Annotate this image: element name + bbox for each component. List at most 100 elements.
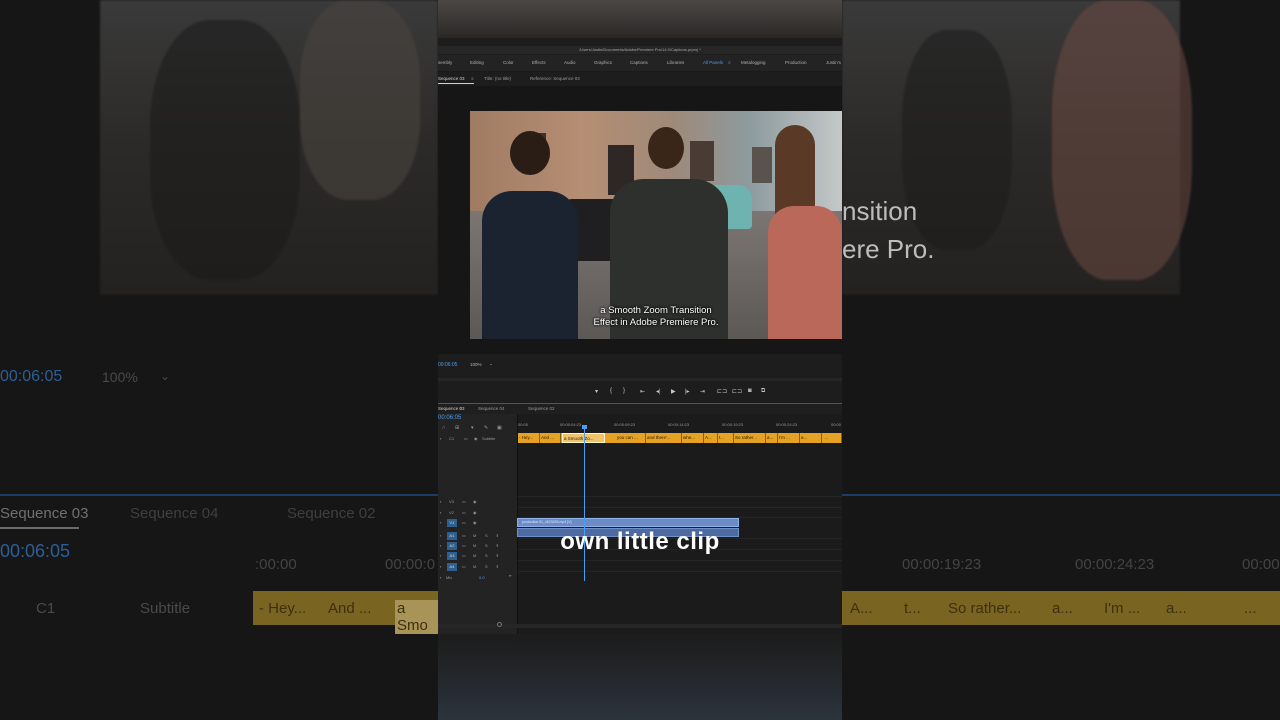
transport-controls: ▾ { } ⇤ ◂| ▶ |▸ ⇥ ⊏⊐ ⊏⊐ ◙ ⧉ (438, 385, 842, 399)
workspace-tab-captions[interactable]: Captions (630, 60, 648, 65)
a4-solo-button[interactable]: S (485, 564, 488, 569)
timeline-timecode[interactable]: 00:06:05 (438, 415, 461, 421)
snap-icon[interactable]: ∩ (442, 425, 446, 431)
bg-tab-sequence-04: Sequence 04 (130, 505, 219, 522)
v2-sync-icon[interactable]: ▭ (462, 510, 466, 515)
linked-selection-icon[interactable]: ⊞ (455, 425, 459, 431)
add-marker-icon[interactable]: ▾ (595, 388, 598, 395)
step-back-icon[interactable]: ◂| (656, 388, 661, 395)
workspace-tab-color[interactable]: Color (503, 60, 514, 65)
subtitle-clip[interactable]: a... (800, 433, 822, 443)
v3-lock-icon[interactable]: ▪ (440, 499, 441, 504)
program-video-frame[interactable]: a Smooth Zoom Transition Effect in Adobe… (470, 111, 842, 339)
v1-lock-icon[interactable]: ▪ (440, 520, 441, 525)
premiere-app-window: /Users/Justin/Documents/Adobe/Premiere P… (438, 0, 842, 720)
mix-volume-value[interactable]: 0.0 (479, 575, 485, 580)
video-caption-line1: a Smooth Zoom Transition (600, 305, 712, 316)
v3-sync-icon[interactable]: ▭ (462, 499, 466, 504)
bg-ruler-start: :00:00 (255, 556, 297, 573)
subtitle-clip[interactable]: whe... (682, 433, 704, 443)
bg-timecode: 00:06:05 (0, 368, 63, 385)
tab-program-sequence-03[interactable]: Sequence 03 (438, 76, 465, 81)
workspace-tab-justins[interactable]: Justin's (826, 60, 841, 65)
active-tab-underline (438, 83, 474, 84)
track-a4-target[interactable]: A4 (447, 563, 457, 571)
go-to-in-icon[interactable]: ⇤ (640, 388, 645, 395)
track-v2-label: V2 (449, 510, 454, 515)
step-forward-icon[interactable]: |▸ (685, 388, 690, 395)
v2-lock-icon[interactable]: ▪ (440, 510, 441, 515)
lock-icon[interactable]: ▪ (440, 436, 441, 441)
time-ruler[interactable]: 00:00 00:00:04:23 00:00:09:23 00:00:14:2… (518, 420, 842, 430)
workspace-tab-editing[interactable]: Editing (470, 60, 484, 65)
go-to-end-icon[interactable]: ⇤ (509, 573, 512, 578)
track-v3-label: V3 (449, 499, 454, 504)
timeline-panel: 00:06:05 ∩ ⊞ ▾ ✎ ▣ ▪ C1 ▭ ◉ Subtitle ▪ V… (438, 414, 842, 634)
v1-sync-icon[interactable]: ▭ (462, 520, 466, 525)
bg-divider (0, 494, 438, 496)
subtitle-clip[interactable]: - Hey... (518, 433, 540, 443)
mix-lock-icon[interactable]: ▪ (440, 575, 441, 580)
sequence-menu-icon[interactable]: ≡ (459, 406, 462, 411)
track-v1-target[interactable]: V1 (447, 519, 457, 527)
chevron-down-icon[interactable]: ⌄ (489, 361, 493, 367)
v3-eye-icon[interactable]: ◉ (473, 499, 477, 504)
sync-icon[interactable]: ▭ (464, 436, 468, 441)
subtitle-clip[interactable]: And ... (540, 433, 561, 443)
workspace-tab-effects[interactable]: Effects (532, 60, 546, 65)
zoom-level-select[interactable]: 100% (470, 362, 482, 367)
subtitle-clip[interactable]: you can ... (616, 433, 646, 443)
subtitle-clip[interactable]: I'm ... (778, 433, 800, 443)
comparison-view-icon[interactable]: ⧉ (761, 388, 765, 395)
video-clip-v1[interactable]: production ID_4623295.mp4 [V] (517, 518, 739, 527)
subtitle-clip[interactable]: a... (766, 433, 778, 443)
bg-timeline-timecode: 00:06:05 (0, 541, 71, 561)
a4-sync-icon[interactable]: ▭ (462, 564, 466, 569)
bg-caption-line2: ere Pro. (842, 234, 935, 264)
wrench-icon[interactable]: ✎ (484, 425, 488, 431)
captions-cc-icon[interactable]: ▣ (497, 425, 502, 431)
subtitle-track-label: Subtitle (482, 436, 496, 441)
mark-out-icon[interactable]: } (623, 388, 625, 394)
workspace-tab-all-panels[interactable]: All Panels (703, 60, 723, 65)
play-icon[interactable]: ▶ (671, 388, 676, 395)
v2-eye-icon[interactable]: ◉ (473, 510, 477, 515)
subtitle-clip[interactable]: and there'... (646, 433, 682, 443)
a4-mic-icon[interactable]: ⌽ (496, 564, 498, 569)
extract-icon[interactable]: ⊏⊐ (732, 388, 742, 395)
hamburger-menu-icon[interactable]: ≡ (728, 60, 731, 65)
workspace-tab-assembly[interactable]: sembly (438, 60, 452, 65)
a4-mute-button[interactable]: M (473, 564, 476, 569)
monitor-scrubber[interactable] (438, 378, 842, 381)
bottom-backdrop (438, 640, 842, 720)
zoom-handle[interactable] (497, 622, 502, 627)
workspace-tab-audio[interactable]: Audio (564, 60, 576, 65)
eye-icon[interactable]: ◉ (474, 436, 478, 441)
playhead-line[interactable] (584, 426, 585, 581)
background-video-blur (100, 0, 438, 295)
subtitle-clip[interactable]: ... (824, 433, 842, 443)
tab-reference-sequence-03[interactable]: Reference: Sequence 03 (530, 76, 580, 81)
tab-sequence-04[interactable]: Sequence 04 (478, 406, 505, 411)
lift-icon[interactable]: ⊏⊐ (717, 388, 727, 395)
subtitle-clip[interactable]: t... (718, 433, 734, 443)
workspace-tab-graphics[interactable]: Graphics (594, 60, 612, 65)
go-to-out-icon[interactable]: ⇥ (700, 388, 705, 395)
tab-title-no-title[interactable]: Title: (no title) (484, 76, 511, 81)
bg-divider-right (842, 494, 1280, 496)
bg-tab-sequence-02: Sequence 02 (287, 505, 376, 522)
program-timecode[interactable]: 00:06:05 (438, 362, 457, 368)
v1-eye-icon[interactable]: ◉ (473, 520, 477, 525)
panel-menu-icon[interactable]: ≡ (471, 76, 474, 81)
a4-lock-icon[interactable]: ▪ (440, 564, 441, 569)
workspace-tab-libraries[interactable]: Libraries (667, 60, 684, 65)
bg-track-subtitle: Subtitle (140, 600, 191, 617)
tab-sequence-02[interactable]: Sequence 02 (528, 406, 555, 411)
subtitle-clip[interactable]: A... (704, 433, 718, 443)
workspace-tab-production[interactable]: Production (785, 60, 807, 65)
workspace-tab-metalogging[interactable]: Metalogging (741, 60, 766, 65)
mark-in-icon[interactable]: { (610, 388, 612, 394)
subtitle-clip[interactable]: So rather... (734, 433, 766, 443)
add-marker-icon-timeline[interactable]: ▾ (471, 425, 474, 431)
export-frame-camera-icon[interactable]: ◙ (748, 388, 752, 394)
